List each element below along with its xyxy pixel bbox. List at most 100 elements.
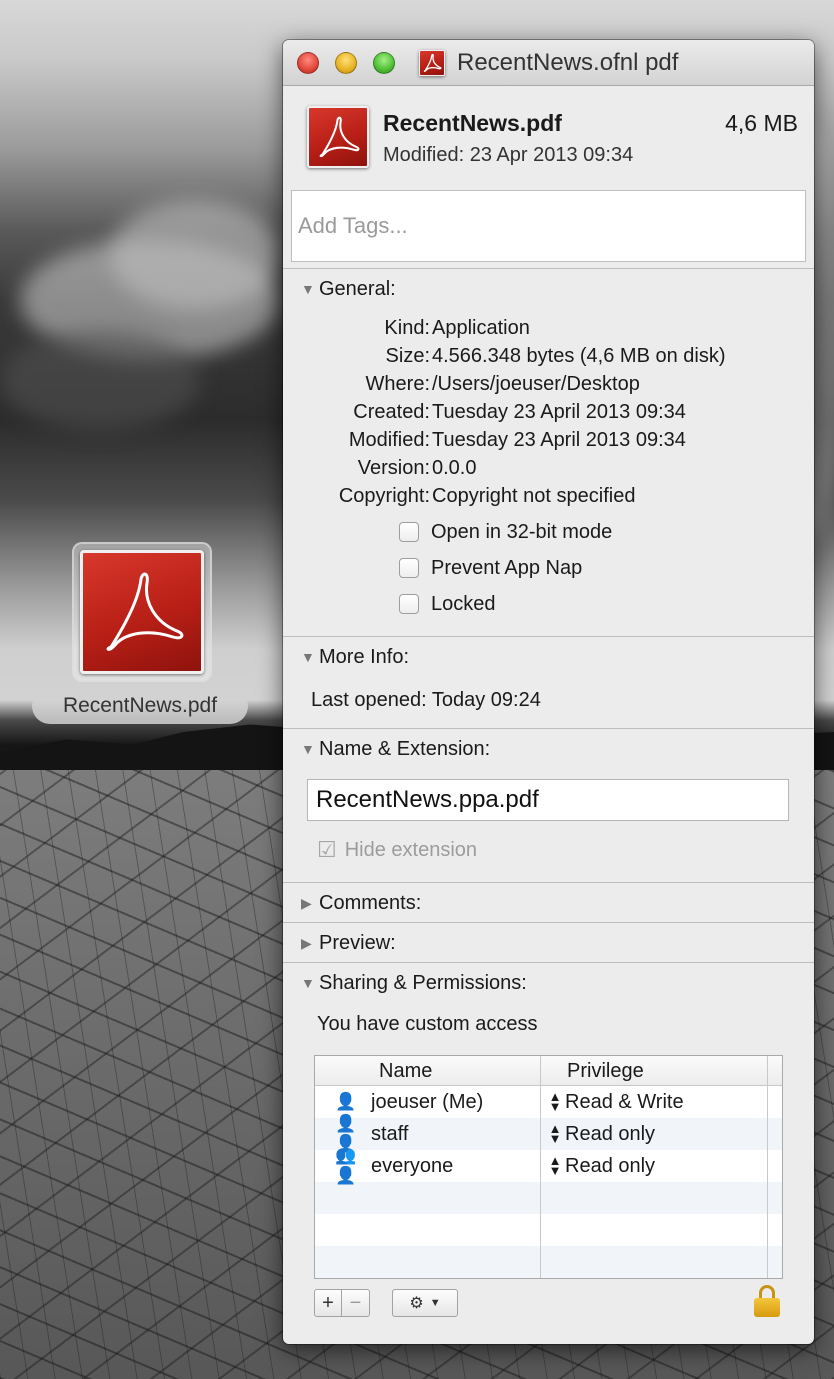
checkbox-box[interactable]: [399, 594, 419, 614]
where-row: Where: /Users/joeuser/Desktop: [283, 373, 814, 401]
add-user-button[interactable]: +: [314, 1289, 342, 1317]
more-info-disclosure[interactable]: ▼ More Info:: [283, 637, 814, 677]
chevron-down-icon: ▼: [429, 1297, 441, 1309]
cloud: [110, 200, 280, 310]
privilege-value: Read & Write: [565, 1090, 684, 1113]
section-title: Sharing & Permissions:: [319, 971, 527, 994]
kind-row: Kind: Application: [283, 317, 814, 345]
get-info-window: RecentNews.ofnl pdf RecentNews.pdf 4,6 M…: [283, 40, 814, 1344]
acrobat-glyph-icon: [423, 53, 442, 72]
disclosure-open-icon: ▼: [301, 649, 315, 665]
preview-disclosure[interactable]: ▶ Preview:: [283, 923, 814, 963]
desktop-file-label[interactable]: RecentNews.pdf: [32, 688, 248, 724]
open-32bit-checkbox[interactable]: Open in 32-bit mode: [399, 517, 612, 547]
created-label: Created:: [353, 401, 430, 423]
plus-icon: +: [322, 1291, 334, 1314]
checkmark-icon: ☑: [317, 837, 337, 862]
updown-arrows-icon: ▲ ▼: [548, 1153, 562, 1178]
checkbox-label: Open in 32-bit mode: [431, 520, 613, 543]
file-size: 4,6 MB: [725, 110, 798, 136]
name-cell: [315, 1214, 541, 1246]
where-label: Where:: [365, 373, 430, 395]
general-section: ▼ General: Kind: Application Size: 4.566…: [283, 268, 814, 636]
tags-input[interactable]: [291, 190, 806, 262]
comments-section: ▶ Comments:: [283, 882, 814, 922]
sharing-permissions-section: ▼ Sharing & Permissions: You have custom…: [283, 962, 814, 1342]
modified-label: Modified:: [348, 429, 430, 451]
permissions-table: Name Privilege 👤 joeuser (Me) ▲ ▼ Read & …: [314, 1055, 783, 1279]
general-disclosure[interactable]: ▼ General:: [283, 269, 814, 309]
privilege-popup[interactable]: ▲ ▼ Read & Write: [541, 1086, 768, 1118]
copyright-value: Copyright not specified: [432, 485, 636, 507]
window-title: RecentNews.ofnl pdf: [457, 49, 679, 76]
created-value: Tuesday 23 April 2013 09:34: [432, 401, 686, 423]
privilege-value: Read only: [565, 1122, 656, 1145]
prevent-app-nap-checkbox[interactable]: Prevent App Nap: [399, 553, 582, 583]
minus-icon: −: [349, 1291, 362, 1314]
kind-value: Application: [432, 317, 530, 339]
pdf-icon: [80, 550, 204, 674]
empty-row: [315, 1214, 782, 1246]
hide-extension-checkbox: ☑ Hide extension: [317, 837, 477, 863]
where-value: /Users/joeuser/Desktop: [432, 373, 640, 395]
checkbox-label: Prevent App Nap: [431, 556, 583, 579]
title-pdf-icon: [419, 50, 445, 76]
size-row: Size: 4.566.348 bytes (4,6 MB on disk): [283, 345, 814, 373]
privilege-cell: [541, 1182, 768, 1214]
table-body: 👤 joeuser (Me) ▲ ▼ Read & Write 👤👤 staff …: [315, 1086, 782, 1278]
section-title: Comments:: [319, 891, 422, 914]
version-value: 0.0.0: [432, 457, 477, 479]
modified-row: Modified: Tuesday 23 April 2013 09:34: [283, 429, 814, 457]
privilege-popup[interactable]: ▲ ▼ Read only: [541, 1118, 768, 1150]
name-extension-disclosure[interactable]: ▼ Name & Extension:: [283, 729, 814, 769]
table-row[interactable]: 👤👤 staff ▲ ▼ Read only: [315, 1114, 782, 1153]
checkbox-box[interactable]: [399, 558, 419, 578]
action-menu-button[interactable]: ⚙ ▼: [392, 1289, 458, 1317]
checkbox-box[interactable]: [399, 522, 419, 542]
name-cell: 👥👤 everyone: [315, 1146, 541, 1185]
checkbox-label: Hide extension: [344, 838, 478, 861]
last-opened-text: Last opened: Today 09:24: [311, 689, 541, 711]
sharing-disclosure[interactable]: ▼ Sharing & Permissions:: [283, 963, 814, 1003]
name-cell: [315, 1246, 541, 1278]
disclosure-open-icon: ▼: [301, 975, 315, 991]
locked-checkbox[interactable]: Locked: [399, 589, 496, 619]
single-user-icon: 👤: [335, 1092, 356, 1111]
preview-section: ▶ Preview:: [283, 922, 814, 962]
remove-user-button[interactable]: −: [342, 1289, 370, 1317]
file-header: RecentNews.pdf 4,6 MB Modified: 23 Apr 2…: [283, 86, 814, 262]
cloud: [0, 330, 200, 430]
empty-row: [315, 1182, 782, 1214]
close-button[interactable]: [297, 52, 319, 74]
kind-label: Kind:: [384, 317, 430, 339]
comments-disclosure[interactable]: ▶ Comments:: [283, 883, 814, 923]
disclosure-open-icon: ▼: [301, 281, 315, 297]
table-row[interactable]: 👥👤 everyone ▲ ▼ Read only: [315, 1146, 782, 1185]
filename-field[interactable]: [307, 779, 789, 821]
user-name: joeuser (Me): [371, 1090, 484, 1113]
file-name: RecentNews.pdf: [383, 110, 562, 136]
privilege-popup[interactable]: ▲ ▼ Read only: [541, 1150, 768, 1182]
desktop-file-icon[interactable]: [72, 542, 212, 682]
table-row[interactable]: 👤 joeuser (Me) ▲ ▼ Read & Write: [315, 1086, 782, 1118]
user-name: everyone: [371, 1154, 454, 1177]
permissions-toolbar: + − ⚙ ▼: [314, 1289, 458, 1319]
zoom-button[interactable]: [373, 52, 395, 74]
minimize-button[interactable]: [335, 52, 357, 74]
lock-body: [754, 1298, 780, 1317]
lock-icon[interactable]: [754, 1285, 780, 1317]
name-cell: [315, 1182, 541, 1214]
table-header: Name Privilege: [315, 1056, 782, 1086]
name-column-header[interactable]: Name: [315, 1056, 541, 1085]
acrobat-glyph-icon: [319, 116, 360, 158]
modified-value: Tuesday 23 April 2013 09:34: [432, 429, 686, 451]
title-bar[interactable]: RecentNews.ofnl pdf: [283, 40, 814, 86]
version-row: Version: 0.0.0: [283, 457, 814, 485]
more-info-section: ▼ More Info: Last opened: Today 09:24: [283, 636, 814, 728]
size-label: Size:: [385, 345, 430, 367]
privilege-column-header[interactable]: Privilege: [541, 1056, 768, 1085]
name-extension-section: ▼ Name & Extension: ☑ Hide extension: [283, 728, 814, 882]
section-title: Preview:: [319, 931, 396, 954]
section-title: More Info:: [319, 645, 410, 668]
file-modified: Modified: 23 Apr 2013 09:34: [383, 144, 634, 166]
